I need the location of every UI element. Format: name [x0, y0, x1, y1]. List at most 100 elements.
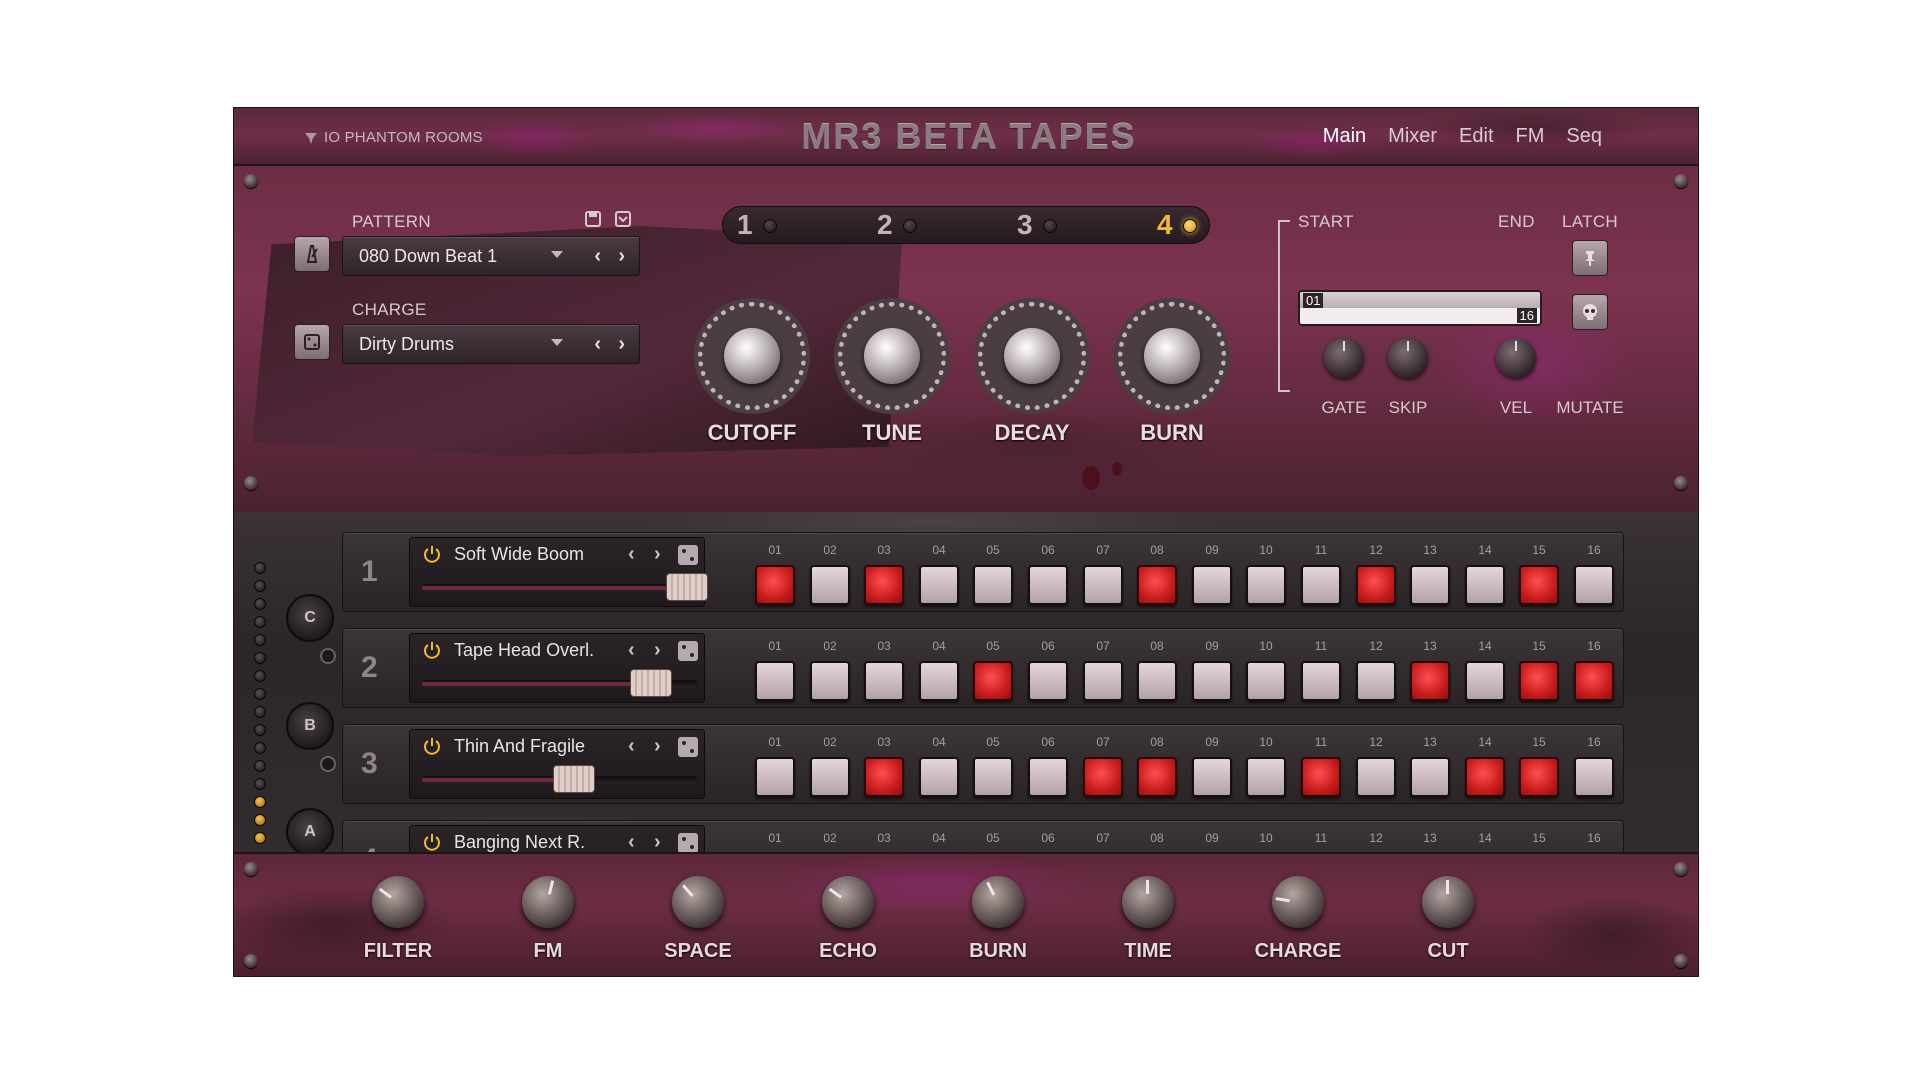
track-level-slider[interactable]: [422, 669, 698, 697]
dice-icon[interactable]: [678, 641, 698, 661]
sound-next-button[interactable]: ›: [654, 735, 661, 758]
charge-random-button[interactable]: [294, 324, 330, 360]
power-icon[interactable]: [422, 736, 442, 756]
pattern-edit-button[interactable]: [294, 236, 330, 272]
step-pad-active[interactable]: [1301, 757, 1341, 797]
step-pad[interactable]: [1083, 565, 1123, 605]
nav-tab-fm[interactable]: FM: [1516, 125, 1545, 148]
step-pad[interactable]: [1083, 661, 1123, 701]
step-pad[interactable]: [1246, 565, 1286, 605]
step-pad[interactable]: [1192, 661, 1232, 701]
step-pad[interactable]: [810, 661, 850, 701]
step-pad-active[interactable]: [755, 565, 795, 605]
echo-knob[interactable]: [822, 876, 874, 928]
step-pad[interactable]: [810, 565, 850, 605]
sound-next-button[interactable]: ›: [654, 543, 661, 566]
pattern-prev-button[interactable]: ‹: [594, 245, 601, 268]
step-pad[interactable]: [755, 757, 795, 797]
decay-knob[interactable]: [974, 298, 1090, 414]
sound-next-button[interactable]: ›: [654, 639, 661, 662]
step-pad-active[interactable]: [864, 757, 904, 797]
chevron-down-icon[interactable]: [551, 339, 563, 346]
mutate-button[interactable]: [1572, 294, 1608, 330]
step-pad-active[interactable]: [1519, 757, 1559, 797]
skip-knob[interactable]: [1388, 338, 1428, 378]
dice-icon[interactable]: [678, 545, 698, 565]
scene-button-c[interactable]: C: [286, 594, 334, 642]
time-knob[interactable]: [1122, 876, 1174, 928]
step-pad[interactable]: [1028, 757, 1068, 797]
step-pad[interactable]: [1192, 565, 1232, 605]
burn-knob[interactable]: [1114, 298, 1230, 414]
step-range-slider[interactable]: 01 16: [1298, 290, 1542, 326]
power-icon[interactable]: [422, 544, 442, 564]
step-pad-active[interactable]: [1574, 661, 1614, 701]
step-pad-active[interactable]: [1083, 757, 1123, 797]
power-icon[interactable]: [422, 640, 442, 660]
step-pad[interactable]: [919, 565, 959, 605]
layer-1-number[interactable]: 1: [737, 209, 753, 241]
dice-icon[interactable]: [678, 833, 698, 853]
track-level-slider[interactable]: [422, 765, 698, 793]
step-pad[interactable]: [919, 757, 959, 797]
step-pad[interactable]: [1356, 757, 1396, 797]
velocity-knob[interactable]: [1496, 338, 1536, 378]
step-pad-active[interactable]: [1410, 661, 1450, 701]
cut-knob[interactable]: [1422, 876, 1474, 928]
step-pad[interactable]: [755, 661, 795, 701]
sound-prev-button[interactable]: ‹: [628, 639, 635, 662]
step-pad[interactable]: [1301, 565, 1341, 605]
step-pad-active[interactable]: [1356, 565, 1396, 605]
load-icon[interactable]: [612, 208, 634, 230]
save-icon[interactable]: [582, 208, 604, 230]
charge-next-button[interactable]: ›: [618, 333, 625, 356]
gate-knob[interactable]: [1324, 338, 1364, 378]
charge-knob[interactable]: [1272, 876, 1324, 928]
step-pad[interactable]: [919, 661, 959, 701]
slider-thumb[interactable]: [552, 765, 595, 793]
sound-next-button[interactable]: ›: [654, 831, 661, 854]
chevron-down-icon[interactable]: [551, 251, 563, 258]
nav-tab-seq[interactable]: Seq: [1566, 125, 1602, 148]
step-pad[interactable]: [1246, 757, 1286, 797]
charge-prev-button[interactable]: ‹: [594, 333, 601, 356]
step-pad[interactable]: [1137, 661, 1177, 701]
step-pad[interactable]: [1028, 661, 1068, 701]
space-knob[interactable]: [672, 876, 724, 928]
scene-button-b[interactable]: B: [286, 702, 334, 750]
step-pad[interactable]: [1192, 757, 1232, 797]
step-pad[interactable]: [1410, 757, 1450, 797]
step-pad[interactable]: [810, 757, 850, 797]
sound-prev-button[interactable]: ‹: [628, 831, 635, 854]
step-pad-active[interactable]: [973, 661, 1013, 701]
layer-4-number[interactable]: 4: [1157, 209, 1173, 241]
step-pad[interactable]: [1246, 661, 1286, 701]
step-pad[interactable]: [1574, 757, 1614, 797]
slider-thumb[interactable]: [665, 573, 708, 601]
step-pad[interactable]: [1465, 565, 1505, 605]
step-pad-active[interactable]: [1519, 661, 1559, 701]
step-pad[interactable]: [973, 757, 1013, 797]
step-pad[interactable]: [1574, 565, 1614, 605]
latch-button[interactable]: [1572, 240, 1608, 276]
step-pad-active[interactable]: [1137, 565, 1177, 605]
step-pad[interactable]: [1028, 565, 1068, 605]
step-pad[interactable]: [1410, 565, 1450, 605]
nav-tab-edit[interactable]: Edit: [1459, 125, 1493, 148]
charge-dropdown[interactable]: Dirty Drums ‹ ›: [342, 324, 640, 364]
nav-tab-main[interactable]: Main: [1323, 125, 1366, 148]
scene-button-a[interactable]: A: [286, 808, 334, 856]
step-pad[interactable]: [1465, 661, 1505, 701]
fm-knob[interactable]: [522, 876, 574, 928]
step-pad[interactable]: [1301, 661, 1341, 701]
range-end-value[interactable]: 16: [1516, 308, 1537, 323]
power-icon[interactable]: [422, 832, 442, 852]
filter-knob[interactable]: [372, 876, 424, 928]
dice-icon[interactable]: [678, 737, 698, 757]
layer-2-number[interactable]: 2: [877, 209, 893, 241]
layer-3-number[interactable]: 3: [1017, 209, 1033, 241]
track-level-slider[interactable]: [422, 573, 708, 601]
step-pad-active[interactable]: [1519, 565, 1559, 605]
sound-prev-button[interactable]: ‹: [628, 543, 635, 566]
sound-prev-button[interactable]: ‹: [628, 735, 635, 758]
